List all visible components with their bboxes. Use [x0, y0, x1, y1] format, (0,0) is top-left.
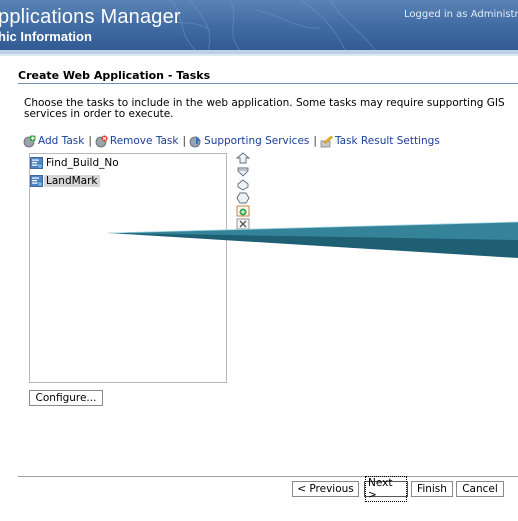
configure-button[interactable]: Configure... [29, 390, 103, 406]
task-label: Find_Build_No [46, 157, 119, 169]
move-to-top-icon[interactable] [236, 152, 250, 164]
toolbar-separator: | [182, 135, 187, 147]
add-task-icon [23, 135, 36, 147]
task-result-settings-link[interactable]: Task Result Settings [320, 135, 440, 148]
heading-divider [18, 83, 518, 84]
task-icon [30, 175, 43, 187]
supporting-services-icon [189, 135, 202, 147]
list-item[interactable]: Find_Build_No [30, 156, 121, 170]
page-description: Choose the tasks to include in the web a… [24, 97, 505, 120]
next-button-label: Next > [365, 476, 407, 502]
app-subtitle: hic Information [0, 29, 92, 44]
remove-task-link[interactable]: Remove Task [95, 135, 179, 148]
task-list[interactable]: Find_Build_No LandMark [29, 153, 227, 383]
cancel-button[interactable]: Cancel [456, 481, 504, 497]
previous-button[interactable]: < Previous [292, 481, 359, 497]
header-banner: pplications Manager hic Information Logg… [0, 0, 518, 50]
task-result-settings-label: Task Result Settings [334, 135, 440, 147]
task-result-settings-icon [320, 135, 333, 147]
add-item-icon[interactable] [236, 205, 250, 217]
footer-divider [18, 476, 518, 477]
banner-divider-light [0, 54, 518, 56]
add-task-link[interactable]: Add Task [23, 135, 84, 148]
task-toolbar: Add Task | Remove Task | Supporting Serv… [23, 133, 440, 149]
next-button[interactable]: Next > [364, 476, 408, 502]
supporting-services-link[interactable]: Supporting Services [189, 135, 309, 148]
logged-in-status: Logged in as Administrat [404, 9, 518, 20]
page-title: Create Web Application - Tasks [18, 69, 211, 82]
move-up-icon[interactable] [236, 166, 250, 178]
finish-button[interactable]: Finish [411, 481, 453, 497]
toolbar-separator: | [313, 135, 317, 147]
remove-task-label: Remove Task [109, 135, 179, 147]
task-label: LandMark [44, 175, 100, 187]
delete-item-icon[interactable] [236, 218, 250, 230]
app-title: pplications Manager [0, 6, 181, 28]
list-item[interactable]: LandMark [30, 174, 100, 188]
add-task-label: Add Task [38, 135, 85, 147]
move-to-bottom-icon[interactable] [236, 192, 250, 204]
task-icon [30, 157, 43, 169]
supporting-services-label: Supporting Services [204, 135, 310, 147]
toolbar-separator: | [88, 135, 92, 147]
move-down-icon[interactable] [236, 179, 250, 191]
remove-task-icon [95, 135, 108, 147]
